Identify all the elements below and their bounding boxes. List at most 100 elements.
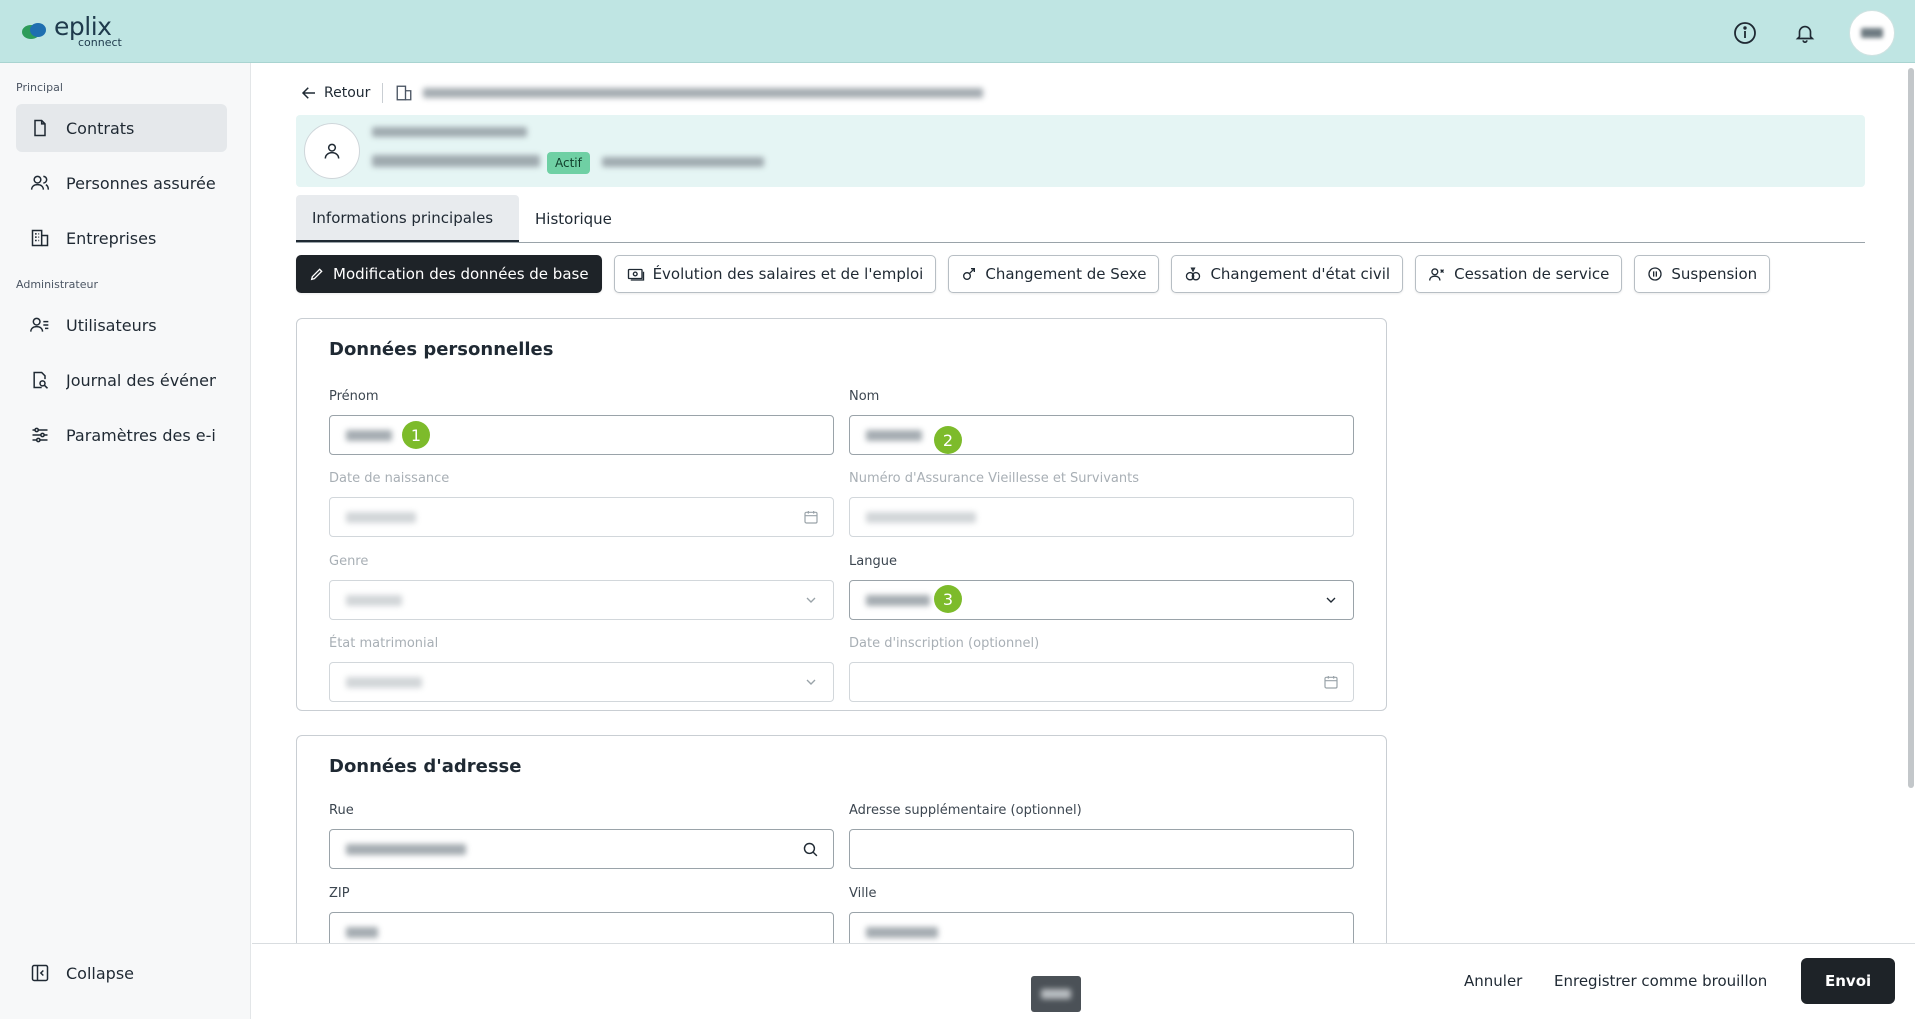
logo-sub-text: connect [78,36,122,49]
eplix-logo[interactable]: eplix connect [22,14,122,48]
cessation-service-button[interactable]: Cessation de service [1415,255,1623,293]
sidebar: Principal Contrats Personnes assurée Ent… [0,63,251,1019]
address-data-title: Données d'adresse [329,756,522,777]
person-subtitle-redacted [372,127,527,137]
nom-field: Nom 2 [849,389,1354,455]
rue-field: Rue [329,803,834,869]
sidebar-collapse-button[interactable]: Collapse [16,949,227,997]
calendar-icon [804,511,818,524]
langue-select[interactable] [849,580,1354,620]
zip-field: ZIP [329,886,834,943]
changement-etat-civil-button[interactable]: Changement d'état civil [1171,255,1404,293]
sidebar-item-label: Personnes assurée [66,173,216,193]
zip-label: ZIP [329,886,350,901]
button-label: Modification des données de base [333,265,589,283]
langue-field: Langue 3 [849,554,1354,620]
rue-label: Rue [329,803,354,818]
rue-value-redacted [346,844,466,855]
suspension-button[interactable]: Suspension [1634,255,1771,293]
modification-donnees-button[interactable]: Modification des données de base [296,255,602,293]
back-label: Retour [324,85,371,101]
sidebar-item-journal[interactable]: Journal des événem [16,356,227,404]
person-summary-card: Actif [296,115,1865,187]
journal-search-icon [33,371,49,389]
annotation-marker-2: 2 [934,426,962,454]
sidebar-item-label: Utilisateurs [66,315,157,335]
annotation-marker-1: 1 [402,421,430,449]
breadcrumb-path-redacted[interactable] [423,88,984,98]
pause-icon [1648,267,1663,281]
chevron-down-icon [806,679,816,685]
button-label: Changement d'état civil [1210,265,1391,283]
avs-field: Numéro d'Assurance Vieillesse et Surviva… [849,471,1354,537]
collapse-icon [31,964,49,982]
save-draft-button[interactable]: Enregistrer comme brouillon [1530,958,1791,1004]
back-link[interactable]: Retour [300,84,370,102]
redacted-thumbnail [1031,976,1081,1012]
changement-sexe-button[interactable]: Changement de Sexe [948,255,1160,293]
nom-label: Nom [849,389,880,404]
langue-value-redacted [866,595,930,606]
genre-select[interactable] [329,580,834,620]
date-inscription-field: Date d'inscription (optionnel) [849,636,1354,702]
ville-label: Ville [849,886,877,901]
genre-label: Genre [329,554,369,569]
button-label: Cessation de service [1454,265,1610,283]
send-button[interactable]: Envoi [1801,958,1896,1004]
chevron-down-icon [806,597,816,603]
bell-icon[interactable] [1789,17,1821,49]
sidebar-section-principal: Principal [16,81,63,94]
sidebar-item-personnes[interactable]: Personnes assurée [16,159,227,207]
sidebar-item-parametres[interactable]: Paramètres des e-i [16,411,227,459]
langue-label: Langue [849,554,897,569]
zip-input[interactable] [329,912,834,943]
info-icon[interactable] [1729,17,1761,49]
sidebar-item-entreprises[interactable]: Entreprises [16,214,227,262]
avs-input[interactable] [849,497,1354,537]
sidebar-item-contrats[interactable]: Contrats [16,104,227,152]
adresse-supplementaire-input[interactable] [849,829,1354,869]
document-icon [34,119,46,137]
user-icon [324,143,340,159]
tab-bar: Informations principales Historique [296,195,1865,243]
ville-input[interactable] [849,912,1354,943]
search-icon[interactable] [802,841,819,858]
button-label: Changement de Sexe [985,265,1147,283]
tab-historique[interactable]: Historique [519,195,628,242]
user-avatar[interactable] [1849,10,1895,56]
prenom-value-redacted [346,430,392,441]
rue-input[interactable] [329,829,834,869]
prenom-label: Prénom [329,389,379,404]
nom-input[interactable] [849,415,1354,455]
annotation-marker-3: 3 [934,585,962,613]
button-label: Suspension [1671,265,1758,283]
collapse-label: Collapse [66,963,134,983]
sliders-icon [32,427,48,443]
evolution-salaires-button[interactable]: Évolution des salaires et de l'emploi [613,255,937,293]
building-icon [396,85,412,101]
date-inscription-input[interactable] [849,662,1354,702]
sidebar-item-utilisateurs[interactable]: Utilisateurs [16,301,227,349]
personal-data-card: Données personnelles Prénom 1 Nom 2 Date… [296,318,1387,711]
etat-value-redacted [346,677,422,688]
main-content: Retour Actif Informations principales Hi… [252,63,1915,943]
pencil-icon [310,268,323,281]
top-header: eplix connect [0,0,1915,63]
tab-informations-principales[interactable]: Informations principales [296,195,519,242]
footer-action-bar: Annuler Enregistrer comme brouillon Envo… [252,943,1915,1019]
nom-value-redacted [866,430,922,441]
etat-matrimonial-select[interactable] [329,662,834,702]
address-data-card: Données d'adresse Rue Adresse supplément… [296,735,1387,943]
sidebar-item-label: Paramètres des e-i [66,425,216,445]
prenom-field: Prénom 1 [329,389,834,455]
date-naissance-input[interactable] [329,497,834,537]
logo-mark-icon [22,21,48,41]
breadcrumb: Retour [300,83,984,103]
arrow-left-icon [301,87,315,99]
sidebar-item-label: Contrats [66,118,135,138]
personal-data-title: Données personnelles [329,339,554,360]
main-scrollbar[interactable] [1907,63,1915,793]
rings-icon [1186,267,1201,281]
user-remove-icon [1429,268,1445,281]
zip-value-redacted [346,927,378,938]
